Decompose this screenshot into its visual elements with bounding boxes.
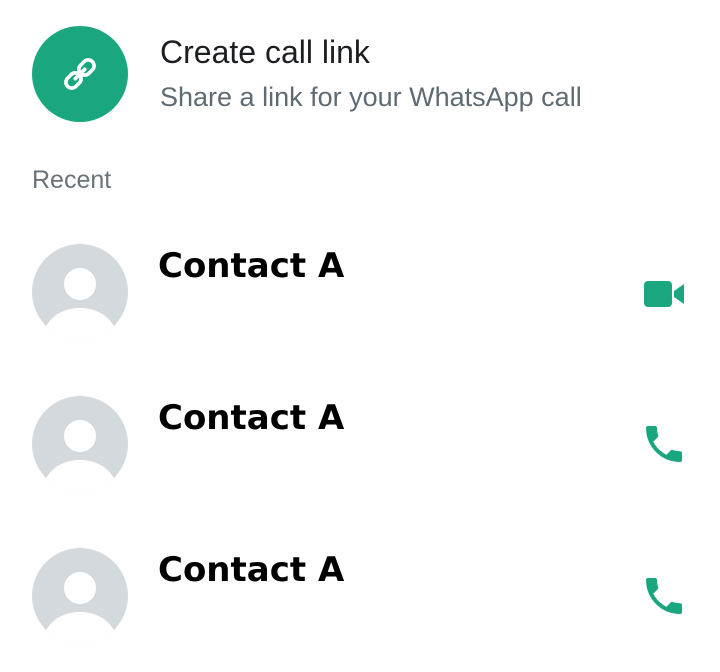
contact-name: Contact A [158,246,345,286]
recent-call-item[interactable]: Contact A [0,238,720,368]
phone-call-icon[interactable] [640,572,688,620]
calls-screen: Create call link Share a link for your W… [0,0,720,672]
link-icon [64,58,96,90]
contact-name: Contact A [158,398,345,438]
contact-name: Contact A [158,550,345,590]
avatar [32,244,128,340]
recent-section-header: Recent [32,166,112,194]
recent-call-item[interactable]: Contact A [0,390,720,520]
create-link-subtitle: Share a link for your WhatsApp call [160,82,582,112]
create-call-link-item[interactable]: Create call link Share a link for your W… [0,20,720,130]
default-avatar-icon [44,572,116,644]
default-avatar-icon [44,420,116,492]
create-link-title: Create call link [160,34,370,70]
default-avatar-icon [44,268,116,340]
video-call-icon[interactable] [640,270,688,318]
recent-call-item[interactable]: Contact A [0,542,720,672]
phone-call-icon[interactable] [640,420,688,468]
avatar [32,396,128,492]
create-link-avatar [32,26,128,122]
avatar [32,548,128,644]
